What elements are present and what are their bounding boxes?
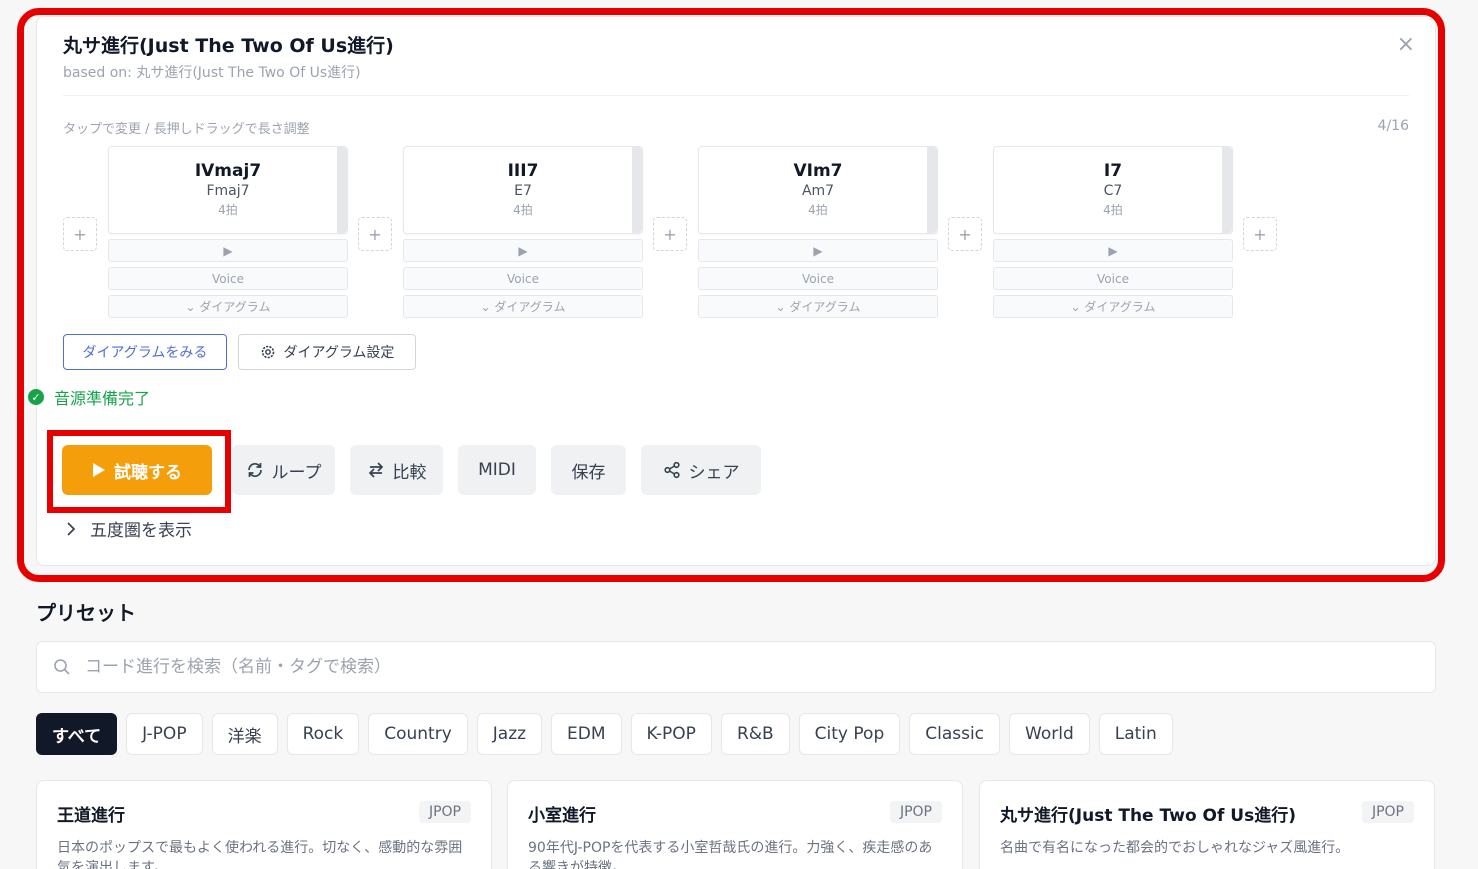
genre-filter-tags: すべて J-POP 洋楽 Rock Country Jazz EDM K-POP… xyxy=(36,713,1173,755)
tag-classic[interactable]: Classic xyxy=(909,713,1001,755)
tag-kpop[interactable]: K-POP xyxy=(630,713,712,755)
presets-heading: プリセット xyxy=(36,601,136,625)
tag-all[interactable]: すべて xyxy=(36,713,118,755)
tag-edm[interactable]: EDM xyxy=(551,713,622,755)
highlight-frame-play xyxy=(47,430,231,513)
tag-jazz[interactable]: Jazz xyxy=(476,713,543,755)
tag-rock[interactable]: Rock xyxy=(286,713,360,755)
preset-card-description: 日本のポップスで最もよく使われる進行。切なく、感動的な雰囲気を演出します。 xyxy=(57,840,463,869)
tag-western[interactable]: 洋楽 xyxy=(211,713,278,755)
preset-card-badge: JPOP xyxy=(889,801,942,823)
preset-card-description: 名曲で有名になった都会的でおしゃれなジャズ風進行。 xyxy=(1000,840,1350,856)
preset-card[interactable]: 王道進行 JPOP 日本のポップスで最もよく使われる進行。切なく、感動的な雰囲気… xyxy=(36,780,492,869)
tag-world[interactable]: World xyxy=(1009,713,1090,755)
tag-country[interactable]: Country xyxy=(368,713,468,755)
preset-search-input[interactable] xyxy=(85,657,1385,677)
tag-rnb[interactable]: R&B xyxy=(720,713,790,755)
tag-latin[interactable]: Latin xyxy=(1098,713,1173,755)
preset-card-badge: JPOP xyxy=(1361,801,1414,823)
preset-card-badge: JPOP xyxy=(418,801,471,823)
search-icon xyxy=(53,658,71,676)
preset-card-title: 小室進行 xyxy=(528,806,596,826)
preset-card-title: 丸サ進行(Just The Two Of Us進行) xyxy=(1000,806,1296,826)
highlight-frame-editor xyxy=(17,8,1445,582)
page: 丸サ進行(Just The Two Of Us進行) based on: 丸サ進… xyxy=(0,0,1478,869)
preset-card[interactable]: 丸サ進行(Just The Two Of Us進行) JPOP 名曲で有名になっ… xyxy=(979,780,1435,869)
preset-search-box[interactable] xyxy=(36,641,1436,693)
tag-jpop[interactable]: J-POP xyxy=(126,713,203,755)
tag-city-pop[interactable]: City Pop xyxy=(798,713,901,755)
preset-card-description: 90年代J-POPを代表する小室哲哉氏の進行。力強く、疾走感のある響きが特徴。 xyxy=(528,840,933,869)
preset-card[interactable]: 小室進行 JPOP 90年代J-POPを代表する小室哲哉氏の進行。力強く、疾走感… xyxy=(507,780,963,869)
preset-card-title: 王道進行 xyxy=(57,806,125,826)
